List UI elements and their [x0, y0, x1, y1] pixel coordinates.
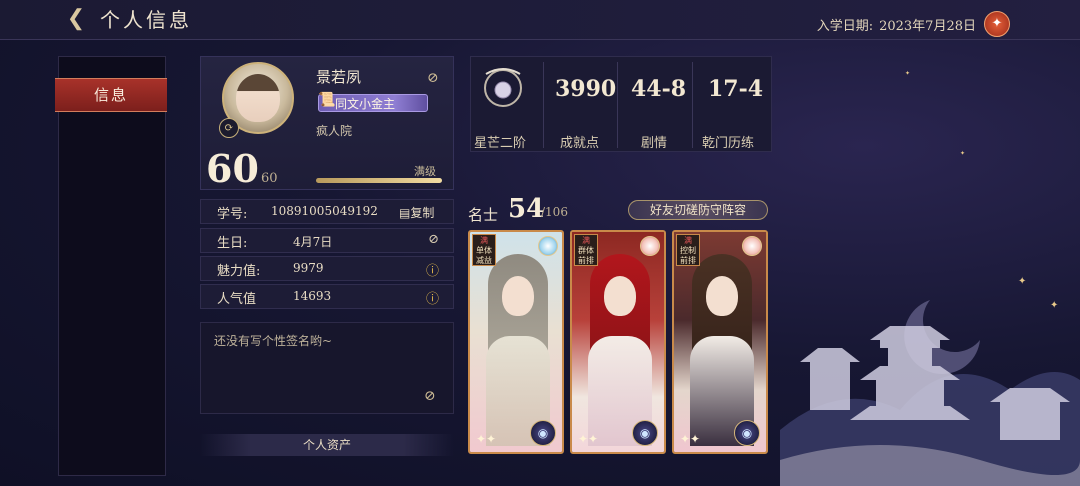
card-tag-2: 前排: [578, 256, 594, 265]
achievement-points-label: 成就点: [560, 136, 600, 151]
info-row-popularity: 人气值 14693 ⓘ: [200, 284, 454, 309]
birthday-label: 生日:: [217, 236, 248, 251]
avatar-swap-icon[interactable]: ⟳: [219, 118, 239, 138]
signature-text: 还没有写个性签名哟~: [214, 334, 333, 348]
hero-card[interactable]: 满 群体 前排 ✦✦ ◉: [570, 230, 666, 454]
star-icon: ✦: [905, 70, 911, 77]
hero-card[interactable]: 满 单体 减益 ✦✦ ◉: [468, 230, 564, 454]
hero-face: [604, 276, 636, 316]
scroll-icon: 📜: [318, 92, 336, 108]
enroll-value: 2023年7月28日: [879, 19, 976, 34]
tab-info[interactable]: 信息: [55, 78, 167, 112]
element-icon: [742, 236, 762, 256]
enroll-label: 入学日期:: [816, 19, 874, 34]
personal-assets-button[interactable]: 个人资产: [200, 434, 454, 456]
popularity-label: 人气值: [217, 292, 257, 307]
left-tab-panel: [58, 56, 166, 476]
back-icon[interactable]: ❮: [58, 6, 94, 32]
card-tag-badge: 满 控制 前排: [676, 234, 700, 266]
hero-face: [706, 276, 738, 316]
exp-bar-fill: [316, 178, 442, 183]
copy-button[interactable]: ▤复制: [399, 204, 434, 221]
card-tag-badge: 满 群体 前排: [574, 234, 598, 266]
id-label: 学号:: [217, 207, 248, 222]
id-value: 10891005049192: [271, 204, 378, 218]
copy-icon: ▤: [399, 206, 411, 220]
story-progress-value: 44-8: [631, 76, 687, 102]
element-icon: [538, 236, 558, 256]
card-tag-2: 前排: [680, 256, 696, 265]
card-tag-1: 单体: [476, 246, 492, 255]
star-rank-emblem-icon[interactable]: [478, 62, 528, 120]
info-row-charm: 魅力值: 9979 ⓘ: [200, 256, 454, 281]
info-row-id: 学号: 10891005049192 ▤复制: [200, 199, 454, 224]
hero-card[interactable]: 满 控制 前排 ✦✦ ◉: [672, 230, 768, 454]
academy-name: 疯人院: [316, 124, 353, 138]
star-icon: ✦: [960, 150, 966, 157]
player-name: 景若夙: [316, 68, 362, 86]
edit-birthday-icon[interactable]: ⊘: [428, 232, 439, 247]
card-tag-1: 控制: [680, 246, 696, 255]
exp-bar: [316, 178, 442, 183]
card-max-tag: 满: [480, 236, 488, 245]
charm-label: 魅力值:: [217, 264, 261, 279]
roster-label: 名士: [468, 206, 499, 224]
card-tag-2: 减益: [476, 256, 492, 265]
qianmen-trial-label: 乾门历练: [702, 136, 755, 151]
title-badge-text: 同文小金主: [335, 97, 396, 111]
stat-divider: [543, 62, 544, 148]
roster-total: /106: [541, 205, 568, 219]
sparkle-icon: ✦✦: [476, 432, 497, 446]
stat-divider: [617, 62, 618, 148]
stat-divider: [692, 62, 693, 148]
level-max: 60: [261, 171, 278, 186]
roster-count: 54: [508, 194, 545, 224]
skill-icon: ◉: [632, 420, 658, 446]
star-icon: ✦: [1050, 300, 1059, 311]
level-number: 60: [206, 146, 259, 191]
palace-scenery: [780, 300, 1080, 486]
element-icon: [640, 236, 660, 256]
sparkle-icon: ✦✦: [578, 432, 599, 446]
birthday-value: 4月7日: [293, 235, 333, 249]
achievement-points-value: 3990: [555, 76, 617, 102]
copy-label: 复制: [410, 206, 435, 220]
avatar-portrait: [236, 74, 280, 122]
charm-value: 9979: [293, 261, 324, 275]
defense-lineup-button[interactable]: 好友切磋防守阵容: [628, 200, 768, 220]
sparkle-icon: ✦✦: [680, 432, 701, 446]
hero-face: [502, 276, 534, 316]
charm-info-icon[interactable]: ⓘ: [426, 260, 439, 279]
card-max-tag: 满: [582, 236, 590, 245]
star-icon: ✦: [1018, 276, 1027, 287]
story-progress-label: 剧情: [641, 136, 668, 151]
qianmen-trial-value: 17-4: [708, 76, 764, 102]
page-title: 个人信息: [100, 8, 192, 32]
edit-name-icon[interactable]: ⊘: [427, 70, 439, 86]
star-rank-label: 星芒二阶: [474, 136, 527, 151]
popularity-value: 14693: [293, 289, 332, 303]
card-max-tag: 满: [684, 236, 692, 245]
card-tag-1: 群体: [578, 246, 594, 255]
card-tag-badge: 满 单体 减益: [472, 234, 496, 266]
enroll-date: 入学日期: 2023年7月28日: [817, 15, 976, 34]
share-icon[interactable]: ✦: [984, 11, 1010, 37]
popularity-info-icon[interactable]: ⓘ: [426, 288, 439, 307]
info-row-birthday: 生日: 4月7日 ⊘: [200, 228, 454, 253]
edit-signature-icon[interactable]: ⊘: [424, 388, 436, 404]
skill-icon: ◉: [734, 420, 760, 446]
skill-icon: ◉: [530, 420, 556, 446]
level-status: 满级: [414, 165, 436, 178]
